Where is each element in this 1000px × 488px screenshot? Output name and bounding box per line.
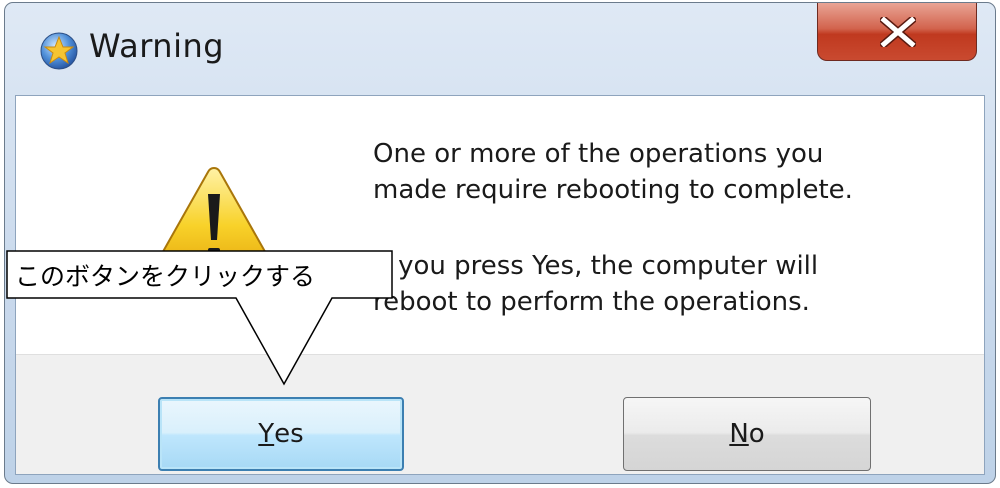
close-button[interactable] <box>817 3 977 61</box>
button-bar: Yes No <box>16 354 984 474</box>
message-text: One or more of the operations you made r… <box>373 136 973 320</box>
dialog-window: Warning One or more of the operations yo… <box>4 2 996 484</box>
no-label-rest: o <box>748 419 765 449</box>
yes-mnemonic: Y <box>258 419 275 449</box>
callout-label: このボタンをクリックする <box>15 262 316 291</box>
no-button[interactable]: No <box>623 397 871 471</box>
close-icon <box>880 17 916 47</box>
app-icon <box>39 31 79 71</box>
title-bar[interactable]: Warning <box>5 3 995 95</box>
yes-button[interactable]: Yes <box>158 397 404 471</box>
message-paragraph-1: One or more of the operations you made r… <box>373 139 853 205</box>
window-title: Warning <box>89 27 225 65</box>
message-paragraph-2: If you press Yes, the computer will rebo… <box>373 251 819 317</box>
yes-label-rest: es <box>274 419 304 449</box>
no-mnemonic: N <box>729 419 749 449</box>
